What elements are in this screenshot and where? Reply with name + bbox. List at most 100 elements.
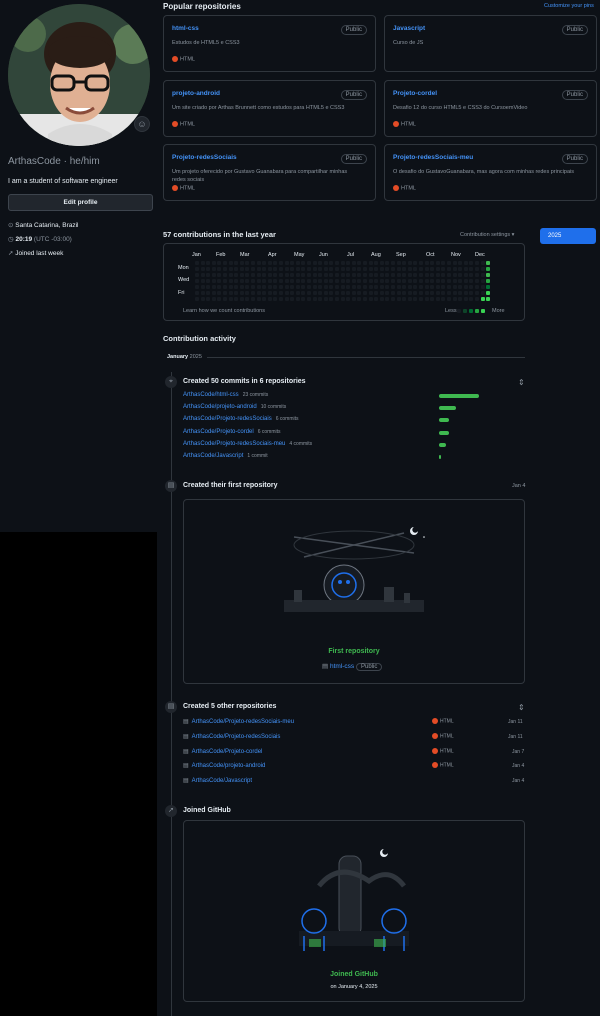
contribution-cell[interactable] — [290, 279, 295, 283]
contribution-cell[interactable] — [273, 267, 278, 271]
contribution-cell[interactable] — [430, 261, 435, 265]
contribution-cell[interactable] — [351, 273, 356, 277]
contribution-cell[interactable] — [323, 285, 328, 289]
contribution-cell[interactable] — [223, 261, 227, 265]
contribution-cell[interactable] — [228, 273, 233, 277]
contribution-cell[interactable] — [200, 261, 205, 265]
contribution-cell[interactable] — [413, 267, 418, 271]
contribution-cell[interactable] — [419, 279, 423, 283]
contribution-cell[interactable] — [419, 291, 423, 295]
contribution-cell[interactable] — [312, 291, 317, 295]
repo-link[interactable]: ArthasCode/Javascript — [192, 778, 252, 784]
contribution-cell[interactable] — [279, 261, 283, 265]
contribution-cell[interactable] — [396, 291, 401, 295]
contribution-cell[interactable] — [391, 291, 395, 295]
contribution-cell[interactable] — [295, 273, 300, 277]
contribution-cell[interactable] — [206, 285, 211, 289]
contribution-cell[interactable] — [273, 261, 278, 265]
contribution-cell[interactable] — [458, 291, 463, 295]
contribution-cell[interactable] — [323, 261, 328, 265]
contribution-cell[interactable] — [379, 261, 384, 265]
contribution-cell[interactable] — [239, 297, 244, 301]
contribution-cell[interactable] — [211, 297, 216, 301]
contribution-cell[interactable] — [475, 267, 479, 271]
repo-name-link[interactable]: Projeto-redesSociais — [172, 154, 237, 161]
contribution-cell[interactable] — [379, 273, 384, 277]
contribution-cell[interactable] — [346, 291, 351, 295]
contribution-cell[interactable] — [458, 267, 463, 271]
contribution-cell[interactable] — [211, 273, 216, 277]
contribution-cell[interactable] — [363, 279, 367, 283]
contribution-cell[interactable] — [256, 285, 261, 289]
contribution-cell[interactable] — [475, 297, 479, 301]
repo-name-link[interactable]: Javascript — [393, 25, 425, 32]
contribution-cell[interactable] — [385, 261, 390, 265]
commit-repo-link[interactable]: ArthasCode/Projeto-cordel — [183, 429, 254, 435]
contribution-cell[interactable] — [307, 279, 311, 283]
repo-link[interactable]: ArthasCode/projeto-android — [192, 763, 266, 769]
contribution-cell[interactable] — [200, 267, 205, 271]
contribution-cell[interactable] — [430, 267, 435, 271]
contribution-cell[interactable] — [307, 267, 311, 271]
contribution-cell[interactable] — [441, 279, 446, 283]
contribution-cell[interactable] — [256, 261, 261, 265]
contribution-cell[interactable] — [351, 267, 356, 271]
contribution-cell[interactable] — [262, 267, 267, 271]
contribution-cell[interactable] — [312, 261, 317, 265]
contribution-cell[interactable] — [340, 267, 345, 271]
contribution-cell[interactable] — [357, 273, 362, 277]
contribution-cell[interactable] — [357, 297, 362, 301]
contribution-cell[interactable] — [363, 261, 367, 265]
contribution-cell[interactable] — [256, 267, 261, 271]
contribution-cell[interactable] — [262, 297, 267, 301]
contribution-cell[interactable] — [256, 273, 261, 277]
contribution-cell[interactable] — [301, 273, 306, 277]
commit-count[interactable]: 6 commits — [276, 416, 299, 422]
contribution-cell[interactable] — [419, 267, 423, 271]
learn-contributions-link[interactable]: Learn how we count contributions — [183, 308, 265, 314]
contribution-cell[interactable] — [475, 285, 479, 289]
contribution-cell[interactable] — [374, 261, 379, 265]
contribution-cell[interactable] — [234, 267, 239, 271]
contribution-cell[interactable] — [486, 273, 491, 277]
contribution-cell[interactable] — [284, 279, 289, 283]
contribution-cell[interactable] — [458, 273, 463, 277]
contribution-cell[interactable] — [211, 279, 216, 283]
contribution-cell[interactable] — [402, 297, 407, 301]
contribution-cell[interactable] — [329, 261, 334, 265]
contribution-cell[interactable] — [262, 285, 267, 289]
contribution-cell[interactable] — [413, 273, 418, 277]
contribution-cell[interactable] — [279, 273, 283, 277]
contribution-cell[interactable] — [452, 291, 457, 295]
contribution-cell[interactable] — [273, 297, 278, 301]
contribution-cell[interactable] — [239, 291, 244, 295]
contribution-cell[interactable] — [469, 261, 474, 265]
contribution-cell[interactable] — [374, 279, 379, 283]
contribution-cell[interactable] — [463, 291, 468, 295]
contribution-cell[interactable] — [447, 267, 451, 271]
avatar[interactable] — [8, 4, 150, 146]
contribution-cell[interactable] — [211, 291, 216, 295]
first-repo-link[interactable]: html-css — [330, 663, 354, 670]
contribution-cell[interactable] — [329, 297, 334, 301]
contribution-cell[interactable] — [301, 285, 306, 289]
contribution-cell[interactable] — [223, 279, 227, 283]
repo-name-link[interactable]: projeto-android — [172, 90, 220, 97]
contribution-cell[interactable] — [452, 285, 457, 289]
commit-count[interactable]: 6 commits — [258, 429, 281, 435]
contribution-cell[interactable] — [413, 279, 418, 283]
contribution-cell[interactable] — [273, 291, 278, 295]
contribution-cell[interactable] — [267, 291, 272, 295]
contribution-cell[interactable] — [318, 285, 323, 289]
commit-repo-link[interactable]: ArthasCode/html-css — [183, 392, 239, 398]
contribution-cell[interactable] — [323, 279, 328, 283]
contribution-cell[interactable] — [413, 261, 418, 265]
contribution-cell[interactable] — [195, 297, 199, 301]
contribution-cell[interactable] — [463, 279, 468, 283]
contribution-cell[interactable] — [447, 261, 451, 265]
contribution-cell[interactable] — [312, 273, 317, 277]
contribution-cell[interactable] — [234, 285, 239, 289]
contribution-cell[interactable] — [357, 279, 362, 283]
commit-count[interactable]: 10 commits — [261, 404, 287, 410]
contribution-cell[interactable] — [402, 285, 407, 289]
